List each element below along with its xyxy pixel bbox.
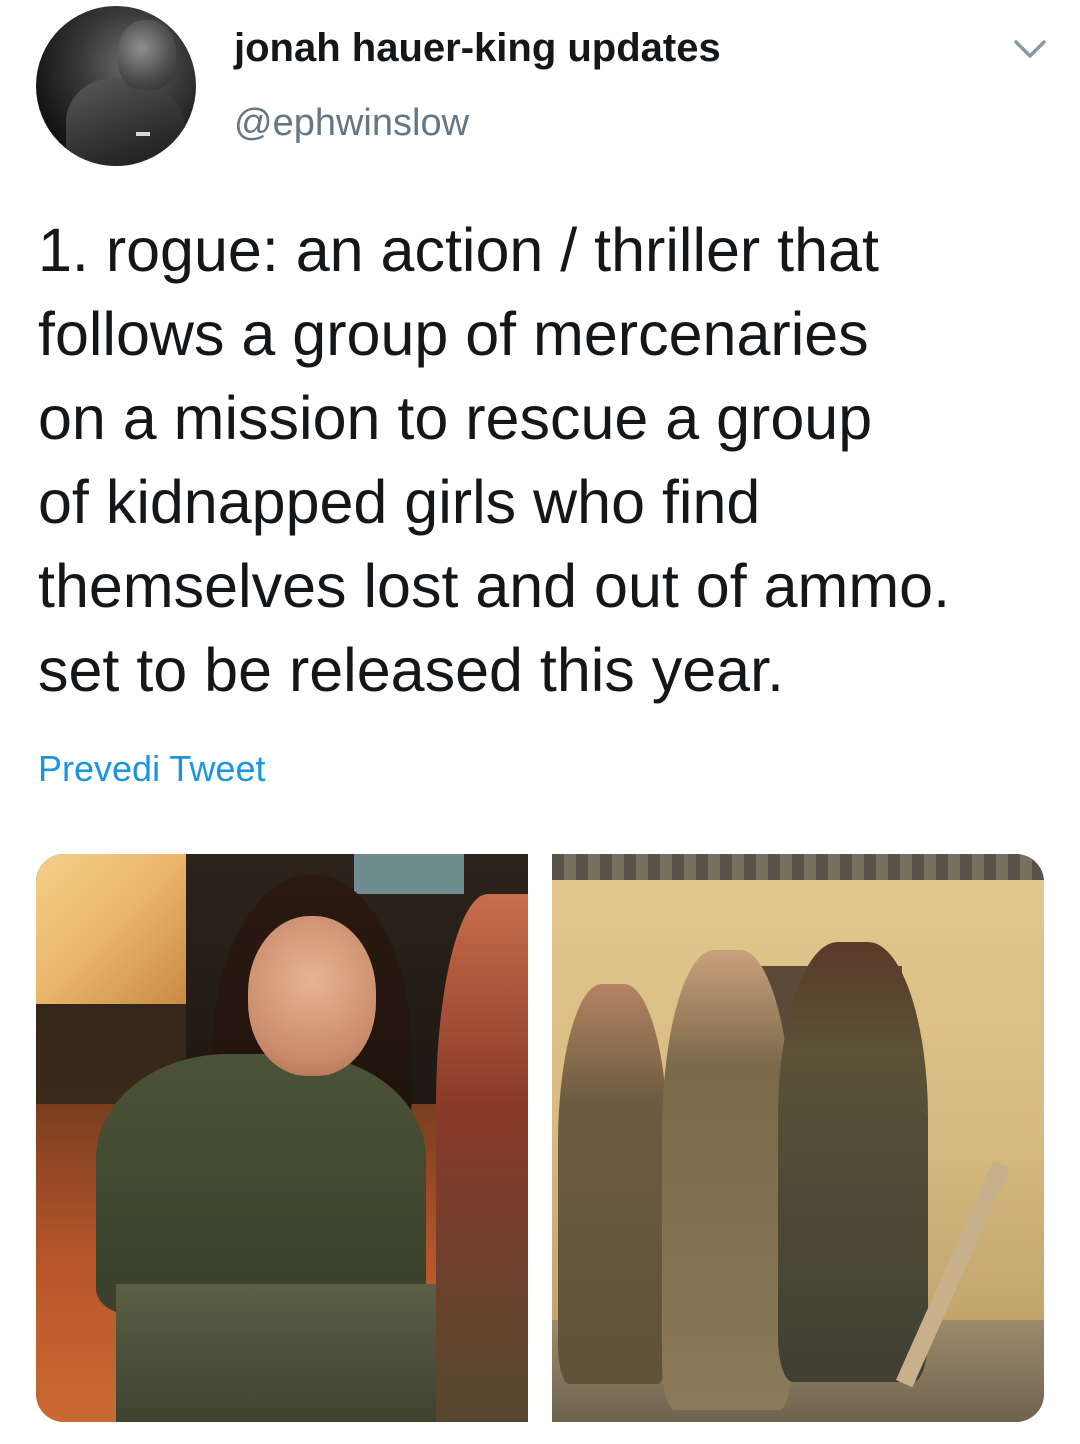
avatar[interactable]	[36, 6, 196, 166]
photo-person-shirt	[96, 1054, 426, 1314]
photo-person-face	[248, 916, 376, 1076]
photo-second-person	[436, 894, 528, 1422]
photo-soldier	[778, 942, 928, 1382]
display-name[interactable]: jonah hauer-king updates	[234, 26, 721, 71]
media-photo-right[interactable]	[552, 854, 1044, 1422]
photo-roof	[552, 854, 1044, 880]
avatar-figure-head	[118, 20, 176, 90]
media-photo-left[interactable]	[36, 854, 528, 1422]
avatar-figure-mark	[136, 132, 150, 136]
avatar-figure-body	[66, 78, 186, 166]
chevron-down-icon[interactable]	[1010, 36, 1050, 62]
photo-person-pants	[116, 1284, 476, 1422]
translate-tweet-link[interactable]: Prevedi Tweet	[38, 748, 265, 790]
photo-window	[354, 854, 464, 894]
photo-brick-wall	[36, 854, 186, 1004]
user-handle[interactable]: @ephwinslow	[234, 102, 469, 145]
tweet-text: 1. rogue: an action / thriller that foll…	[38, 216, 951, 704]
photo-soldier	[662, 950, 792, 1410]
tweet: jonah hauer-king updates @ephwinslow 1. …	[0, 0, 1080, 1444]
photo-soldier	[558, 984, 668, 1384]
tweet-media	[36, 854, 1044, 1422]
